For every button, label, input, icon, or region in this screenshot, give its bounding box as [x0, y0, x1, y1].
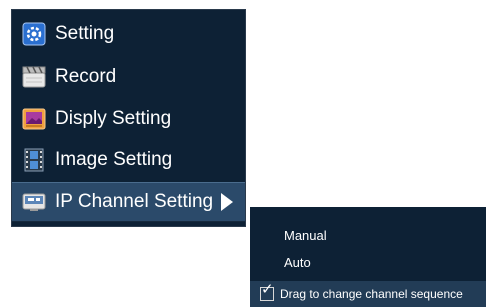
main-menu: Setting Record Disply Setting Image Sett… — [11, 9, 246, 227]
menu-item-record[interactable]: Record — [12, 57, 245, 97]
chevron-right-icon — [221, 193, 233, 211]
clapperboard-icon — [22, 65, 46, 89]
submenu-item-label: Auto — [284, 254, 311, 270]
ip-camera-icon — [22, 190, 46, 214]
menu-item-label: Record — [55, 66, 117, 87]
submenu-item-drag-sequence[interactable]: ✓ Drag to change channel sequence — [250, 281, 486, 307]
submenu-item-auto[interactable]: Auto — [250, 249, 486, 275]
gear-icon — [22, 22, 46, 46]
drag-sequence-checkbox[interactable]: ✓ — [260, 282, 274, 301]
film-strip-icon — [22, 148, 46, 172]
menu-item-display-setting[interactable]: Disply Setting — [12, 99, 245, 139]
menu-item-setting[interactable]: Setting — [12, 14, 245, 54]
menu-item-ip-channel-setting[interactable]: IP Channel Setting — [12, 182, 245, 222]
menu-item-label: Image Setting — [55, 149, 173, 170]
checkmark-icon: ✓ — [261, 281, 274, 298]
menu-item-label: Disply Setting — [55, 108, 172, 129]
submenu-item-label: Manual — [284, 227, 327, 243]
monitor-icon — [22, 107, 46, 131]
submenu-item-label: Drag to change channel sequence — [280, 287, 463, 301]
menu-item-image-setting[interactable]: Image Setting — [12, 140, 245, 180]
menu-item-label: IP Channel Setting — [55, 191, 214, 212]
submenu-item-manual[interactable]: Manual — [250, 222, 486, 248]
menu-item-label: Setting — [55, 23, 115, 44]
submenu-ip-channel: Manual Auto ✓ Drag to change channel seq… — [250, 207, 486, 307]
